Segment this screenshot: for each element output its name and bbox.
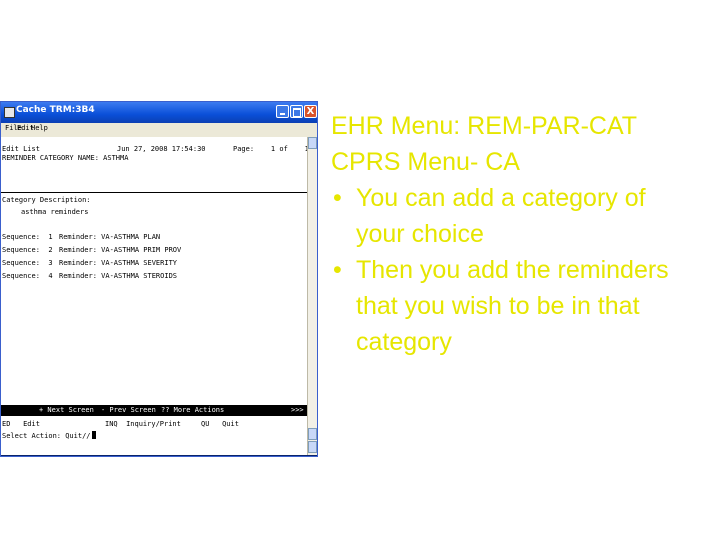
list-item: Sequence: 3 [2,259,53,267]
list-item: Sequence: 1 [2,233,53,241]
scroll-down-button[interactable] [308,428,317,440]
list-item: Sequence: 4 [2,272,53,280]
window-title: Cache TRM:3B4 [16,105,95,115]
list-title: Edit List [2,145,40,153]
list-item: Reminder: VA-ASTHMA SEVERITY [59,259,178,267]
list-item: Reminder: VA-ASTHMA STEROIDS [59,272,178,280]
maximize-button[interactable] [290,105,303,118]
list-item: Sequence: 2 [2,246,53,254]
prev-screen-action[interactable]: - Prev Screen [101,406,156,414]
slide-notes: EHR Menu: REM-PAR-CAT CPRS Menu- CA • Yo… [331,108,716,360]
bullet-text: that you wish to be in that [356,292,640,320]
close-button[interactable]: X [304,105,317,118]
bullet-text: You can add a category of [356,184,646,212]
description-label: Category Description: [2,196,91,204]
more-indicator: >>> [291,406,304,414]
menu-help[interactable]: Help [31,124,48,132]
more-actions-action[interactable]: ?? More Actions [161,406,224,414]
action-bar: + Next Screen - Prev Screen ?? More Acti… [1,405,307,416]
scroll-up-button[interactable] [308,137,317,149]
terminal-window: Cache TRM:3B4 X File Edit Help Edit List… [0,101,318,457]
description-value: asthma reminders [21,208,89,216]
menu-bar: File Edit Help [1,123,317,137]
app-icon [4,107,15,118]
header-date: Jun 27, 2008 17:54:30 [117,145,206,153]
header-page: Page: 1 of 1 [233,145,307,153]
bullet-item: • Then you add the reminders that you wi… [331,252,716,360]
list-item: Reminder: VA-ASTHMA PRIM PROV [59,246,182,254]
list-item: Reminder: VA-ASTHMA PLAN [59,233,161,241]
quit-action[interactable]: QU Quit [201,420,239,429]
bullet-icon: • [333,184,342,212]
bullet-item: • You can add a category of your choice [331,180,716,252]
next-screen-action[interactable]: + Next Screen [39,406,94,414]
cprs-menu-text: CPRS Menu- CA [331,148,520,176]
action-prompt[interactable]: Select Action: Quit// [2,431,96,441]
bullet-text: your choice [356,220,484,248]
window-titlebar[interactable]: Cache TRM:3B4 X [1,102,317,123]
cursor [91,431,96,439]
bullet-text: category [356,328,452,356]
minimize-button[interactable] [276,105,289,118]
terminal-screen[interactable]: Edit List Jun 27, 2008 17:54:30 Page: 1 … [1,137,307,455]
category-name: REMINDER CATEGORY NAME: ASTHMA [2,154,129,162]
divider [1,192,307,193]
scroll-down-button[interactable] [308,441,317,453]
bullet-icon: • [333,256,342,284]
inquiry-action[interactable]: INQ Inquiry/Print [105,420,181,429]
vertical-scrollbar[interactable] [307,137,317,455]
ehr-menu-text: EHR Menu: REM-PAR-CAT [331,112,638,140]
bullet-text: Then you add the reminders [356,256,669,284]
edit-action[interactable]: ED Edit [2,420,40,429]
